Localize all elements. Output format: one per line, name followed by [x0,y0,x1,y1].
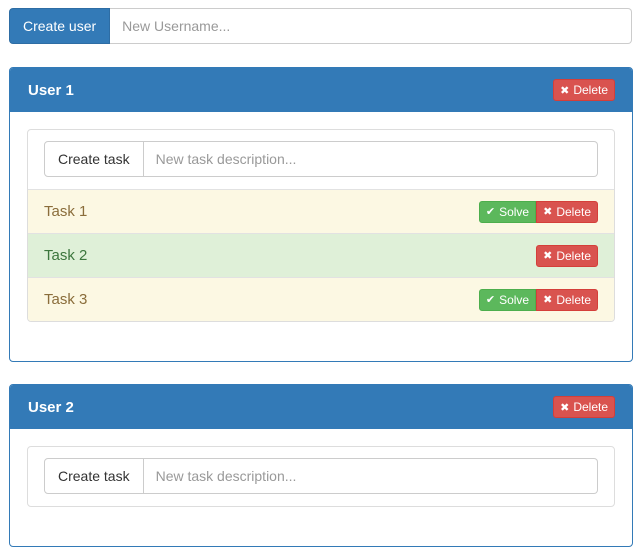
times-icon: ✖ [560,84,570,97]
delete-label: Delete [573,400,608,414]
task-row: Task 1 ✔ Solve ✖ Delete [28,189,614,233]
task-actions: ✖ Delete [536,244,598,267]
task-description-input[interactable] [143,458,598,494]
create-task-group: Create task [44,141,598,177]
delete-task-button[interactable]: ✖ Delete [536,200,598,223]
user-title: User 1 [28,81,74,99]
create-task-area: Create task [28,447,614,506]
task-name: Task 3 [44,291,88,308]
user-title: User 2 [28,398,74,416]
delete-label: Delete [573,83,608,97]
user-panel-heading: User 1 ✖ Delete [10,68,632,112]
delete-task-button[interactable]: ✖ Delete [536,288,598,311]
task-row: Task 3 ✔ Solve ✖ Delete [28,277,614,321]
task-actions: ✔ Solve ✖ Delete [478,200,598,223]
task-panel: Create task Task 1 ✔ Solve ✖ Delete [27,129,615,322]
user-panel: User 2 ✖ Delete Create task [9,384,633,547]
task-name: Task 1 [44,203,88,220]
user-panel-body: Create task [10,429,632,524]
create-task-button[interactable]: Create task [44,458,144,494]
create-task-area: Create task [28,130,614,189]
times-icon: ✖ [543,250,553,262]
task-actions: ✔ Solve ✖ Delete [478,288,598,311]
create-task-group: Create task [44,458,598,494]
user-panel-body: Create task Task 1 ✔ Solve ✖ Delete [10,112,632,339]
delete-label: Delete [556,204,591,219]
task-description-input[interactable] [143,141,598,177]
times-icon: ✖ [543,206,553,218]
task-panel: Create task [27,446,615,507]
check-icon: ✔ [485,206,496,218]
times-icon: ✖ [560,401,570,414]
solve-label: Solve [499,204,530,219]
create-user-button[interactable]: Create user [9,8,111,44]
new-username-input[interactable] [110,8,632,44]
check-icon: ✔ [485,294,496,306]
user-panel: User 1 ✖ Delete Create task Task 1 ✔ Sol… [9,67,633,362]
times-icon: ✖ [543,294,553,306]
task-name: Task 2 [44,247,88,264]
delete-task-button[interactable]: ✖ Delete [536,244,598,267]
task-row: Task 2 ✖ Delete [28,233,614,277]
delete-label: Delete [556,248,591,263]
create-user-group: Create user [9,8,632,44]
delete-user-button[interactable]: ✖ Delete [553,396,615,418]
solve-task-button[interactable]: ✔ Solve [478,200,537,223]
delete-label: Delete [556,292,591,307]
delete-user-button[interactable]: ✖ Delete [553,79,615,101]
solve-task-button[interactable]: ✔ Solve [478,288,537,311]
user-panel-heading: User 2 ✖ Delete [10,385,632,429]
solve-label: Solve [499,292,530,307]
create-task-button[interactable]: Create task [44,141,144,177]
